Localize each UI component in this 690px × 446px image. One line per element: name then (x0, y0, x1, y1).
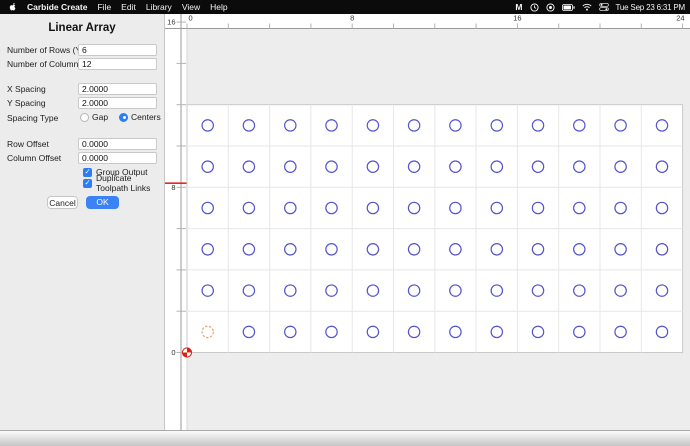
field-label: Y Spacing (7, 97, 46, 109)
v-ruler-label: 16 (167, 18, 175, 27)
columns-input[interactable] (78, 58, 157, 70)
centers-radio[interactable] (119, 113, 128, 122)
menu-bar: Carbide Create File Edit Library View He… (0, 0, 690, 14)
linear-array-panel: Linear Array Number of Rows (Y) Number o… (0, 14, 165, 430)
control-center-icon[interactable] (599, 3, 609, 11)
column-offset-input[interactable] (78, 152, 157, 164)
row-offset-input[interactable] (78, 138, 157, 150)
field-row-y-spacing: Y Spacing (0, 97, 164, 109)
battery-icon[interactable] (562, 4, 575, 11)
field-label: Number of Rows (Y) (7, 44, 84, 56)
window-bottom-bar (0, 430, 690, 446)
menu-clock[interactable]: Tue Sep 23 6:31 PM (616, 3, 685, 12)
gap-radio[interactable] (80, 113, 89, 122)
field-row-number-of-rows: Number of Rows (Y) (0, 44, 164, 56)
menu-item-help[interactable]: Help (210, 2, 227, 12)
h-ruler-label: 24 (676, 14, 684, 23)
y-spacing-input[interactable] (78, 97, 157, 109)
menu-item-edit[interactable]: Edit (121, 2, 136, 12)
field-row-number-of-columns: Number of Columns (X) (0, 58, 164, 70)
field-label: X Spacing (7, 83, 46, 95)
origin-marker (182, 348, 191, 357)
duplicate-toolpath-links-checkbox-row[interactable]: Duplicate Toolpath Links (83, 178, 164, 188)
duplicate-toolpath-links-label: Duplicate Toolpath Links (96, 173, 164, 193)
spacing-type-row: Spacing Type Gap Centers (0, 112, 164, 124)
v-ruler-label: 8 (171, 183, 175, 192)
centers-radio-label[interactable]: Centers (131, 112, 161, 123)
stock (187, 105, 683, 353)
rows-input[interactable] (78, 44, 157, 56)
field-label: Column Offset (7, 152, 61, 164)
duplicate-toolpath-links-checkbox[interactable] (83, 179, 92, 188)
h-ruler-label: 16 (513, 14, 521, 23)
cancel-button[interactable]: Cancel (47, 196, 78, 209)
field-label: Row Offset (7, 138, 49, 150)
menu-item-library[interactable]: Library (146, 2, 172, 12)
v-ruler-label: 0 (171, 348, 175, 357)
x-spacing-input[interactable] (78, 83, 157, 95)
field-label: Spacing Type (7, 112, 58, 124)
menu-app-name[interactable]: Carbide Create (27, 2, 87, 12)
gap-radio-label[interactable]: Gap (92, 112, 108, 123)
h-ruler-label: 8 (350, 14, 354, 23)
field-row-x-spacing: X Spacing (0, 83, 164, 95)
field-row-row-offset: Row Offset (0, 138, 164, 150)
group-output-checkbox[interactable] (83, 168, 92, 177)
page-title: Linear Array (0, 22, 164, 34)
wifi-icon[interactable] (582, 3, 592, 11)
ok-button[interactable]: OK (86, 196, 119, 209)
menu-item-file[interactable]: File (97, 2, 111, 12)
record-icon[interactable] (546, 3, 555, 12)
apple-menu-icon[interactable] (9, 2, 17, 12)
menu-item-view[interactable]: View (182, 2, 200, 12)
gmail-m-icon[interactable]: M (515, 2, 522, 12)
field-row-column-offset: Column Offset (0, 152, 164, 164)
h-ruler-label: 0 (189, 14, 193, 23)
clock-icon[interactable] (530, 3, 539, 12)
